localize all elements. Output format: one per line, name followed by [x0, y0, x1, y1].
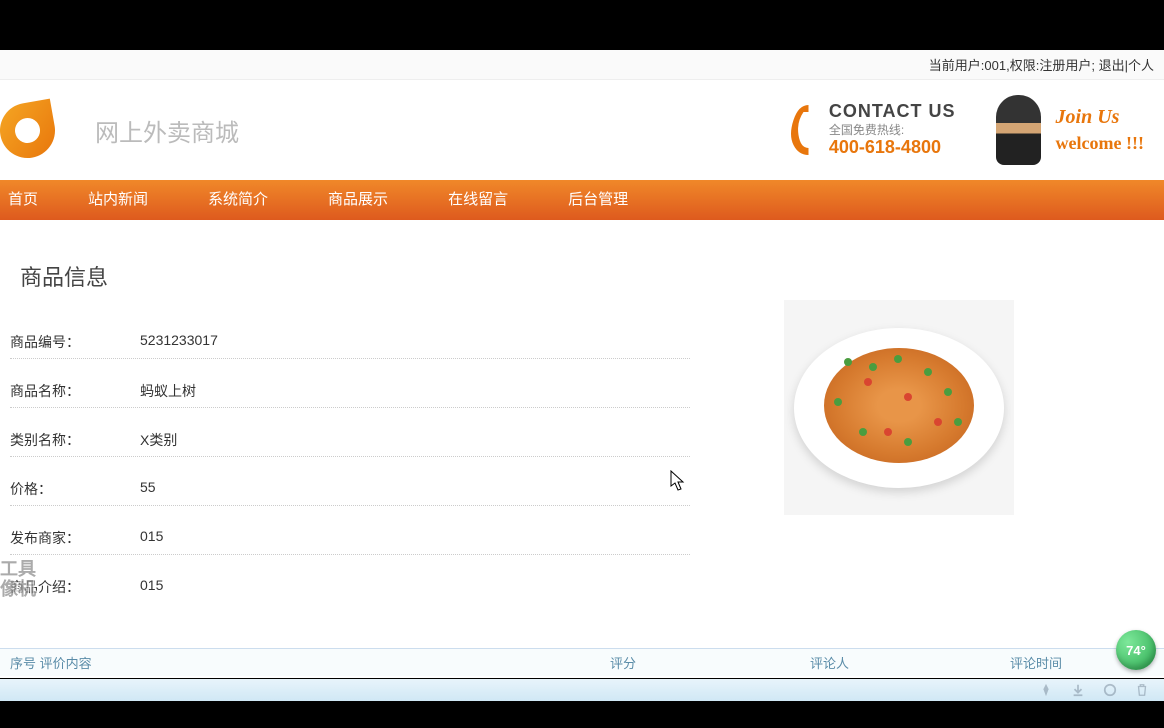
content: 商品信息 商品编号： 5231233017 商品名称： 蚂蚁上树 类别名称： X…: [0, 220, 1164, 635]
role-value: 注册用户: [1039, 58, 1091, 73]
personal-link[interactable]: |个人: [1125, 58, 1154, 73]
nav-admin[interactable]: 后台管理: [538, 180, 658, 220]
role-label: ,权限:: [1006, 58, 1039, 73]
nav-news[interactable]: 站内新闻: [58, 180, 178, 220]
col-reviewer: 评论人: [810, 653, 1010, 672]
row-name: 商品名称： 蚂蚁上树: [10, 381, 690, 408]
category-label: 类别名称：: [10, 430, 140, 450]
row-category: 类别名称： X类别: [10, 430, 690, 457]
row-desc: 商品介绍： 015: [10, 577, 690, 603]
nav-about[interactable]: 系统简介: [178, 180, 298, 220]
site-title: 网上外卖商城: [95, 113, 239, 148]
current-user-label: 当前用户:: [929, 58, 985, 73]
phone-icon: [776, 100, 821, 160]
col-content: 序号 评价内容: [10, 653, 610, 672]
join-us-label: Join Us: [1056, 103, 1144, 131]
seller-value: 015: [140, 528, 163, 548]
download-icon[interactable]: [1071, 683, 1085, 697]
header: 网上外卖商城 CONTACT US 全国免费热线: 400-618-4800 J…: [0, 80, 1164, 180]
row-seller: 发布商家： 015: [10, 528, 690, 555]
product-image: [784, 300, 1014, 515]
seller-label: 发布商家：: [10, 528, 140, 548]
category-value: X类别: [140, 430, 177, 450]
logo-icon: [0, 98, 59, 162]
name-label: 商品名称：: [10, 381, 140, 401]
name-value: 蚂蚁上树: [140, 381, 196, 401]
watermark: 工具 像机: [0, 560, 36, 600]
contact-sub-label: 全国免费热线:: [829, 123, 956, 137]
topbar: 当前用户:001,权限:注册用户; 退出|个人: [0, 50, 1164, 80]
review-table-header: 序号 评价内容 评分 评论人 评论时间: [0, 648, 1164, 676]
row-id: 商品编号： 5231233017: [10, 332, 690, 359]
rocket-icon[interactable]: [1039, 683, 1053, 697]
bottom-taskbar: [0, 679, 1164, 701]
trash-icon[interactable]: [1135, 683, 1149, 697]
main-nav: 首页 站内新闻 系统简介 商品展示 在线留言 后台管理: [0, 180, 1164, 220]
col-score: 评分: [610, 653, 810, 672]
join-block: Join Us welcome !!!: [996, 95, 1144, 165]
tools-icon[interactable]: [1103, 683, 1117, 697]
contact-block: CONTACT US 全国免费热线: 400-618-4800: [776, 100, 956, 160]
section-title: 商品信息: [10, 260, 1154, 292]
status-badge[interactable]: 74°: [1116, 630, 1156, 670]
welcome-label: welcome !!!: [1056, 131, 1144, 156]
desc-value: 015: [140, 577, 163, 597]
id-value: 5231233017: [140, 332, 218, 352]
contact-us-label: CONTACT US: [829, 101, 956, 123]
nav-home[interactable]: 首页: [0, 180, 58, 220]
avatar: [996, 95, 1041, 165]
price-value: 55: [140, 479, 156, 499]
nav-products[interactable]: 商品展示: [298, 180, 418, 220]
nav-guestbook[interactable]: 在线留言: [418, 180, 538, 220]
col-time: 评论时间: [1010, 653, 1062, 672]
price-label: 价格：: [10, 479, 140, 499]
contact-phone: 400-618-4800: [829, 137, 956, 159]
row-price: 价格： 55: [10, 479, 690, 506]
logout-link[interactable]: ; 退出: [1091, 58, 1124, 73]
current-user: 001: [984, 58, 1006, 73]
id-label: 商品编号：: [10, 332, 140, 352]
